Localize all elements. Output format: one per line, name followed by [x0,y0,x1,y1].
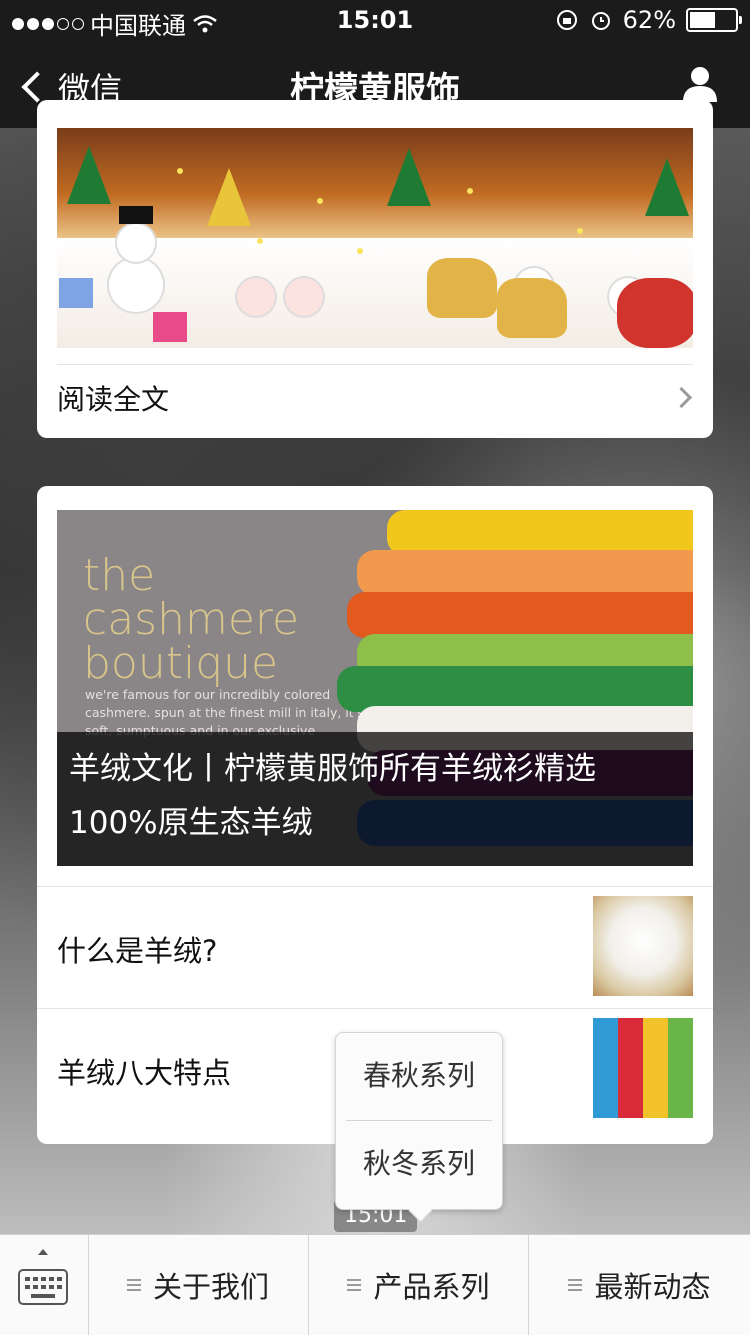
christmas-cover-image [57,128,693,348]
battery-fill [690,12,715,28]
submenu-popup: 春秋系列 秋冬系列 [335,1032,503,1223]
list-item-label: 什么是羊绒? [57,934,218,968]
submenu-option-autumn-winter[interactable]: 秋冬系列 [336,1121,502,1207]
cover-brand-text: the cashmere boutique [83,554,299,686]
brand-line: cashmere [83,594,300,645]
yarn-colors-thumbnail [593,1018,693,1118]
battery-percent: 62% [622,6,676,34]
bottom-menu-bar: 关于我们 产品系列 最新动态 [0,1234,750,1335]
divider [57,364,693,365]
battery-icon [686,8,742,32]
keyboard-icon [18,1269,68,1305]
list-item-label: 羊绒八大特点 [57,1056,232,1090]
menu-tab-label: 关于我们 [152,1270,269,1304]
menu-list-icon [126,1279,141,1291]
submenu-option-spring-autumn[interactable]: 春秋系列 [336,1033,502,1119]
menu-list-icon [347,1279,362,1291]
divider [37,886,713,887]
orientation-lock-icon [556,10,577,30]
divider [37,1008,713,1009]
read-all-link[interactable]: 阅读全文 [57,378,169,418]
menu-tab-latest-news[interactable]: 最新动态 [529,1235,750,1335]
article-headline: 羊绒文化丨柠檬黄服饰所有羊绒衫精选100%原生态羊绒 [69,751,596,841]
status-bar: 中国联通 15:01 62% [0,0,750,40]
brand-line: boutique [83,638,279,689]
menu-tab-label: 最新动态 [594,1270,711,1304]
cashmere-cover-image[interactable]: the cashmere boutique we're famous for o… [57,510,693,866]
menu-tab-about-us[interactable]: 关于我们 [88,1235,309,1335]
keyboard-toggle-button[interactable] [0,1235,89,1335]
menu-tab-products[interactable]: 产品系列 [309,1235,529,1335]
menu-list-icon [568,1279,583,1291]
list-item[interactable]: 什么是羊绒? [37,886,713,1008]
brand-line: the [83,550,156,601]
cashmere-fiber-thumbnail [593,896,693,996]
chevron-right-icon [670,386,693,409]
alarm-icon [591,12,610,30]
menu-tab-label: 产品系列 [373,1270,490,1304]
user-profile-icon[interactable] [680,64,720,104]
caret-up-icon [38,1249,48,1255]
article-card-christmas[interactable]: 阅读全文 [37,100,713,438]
